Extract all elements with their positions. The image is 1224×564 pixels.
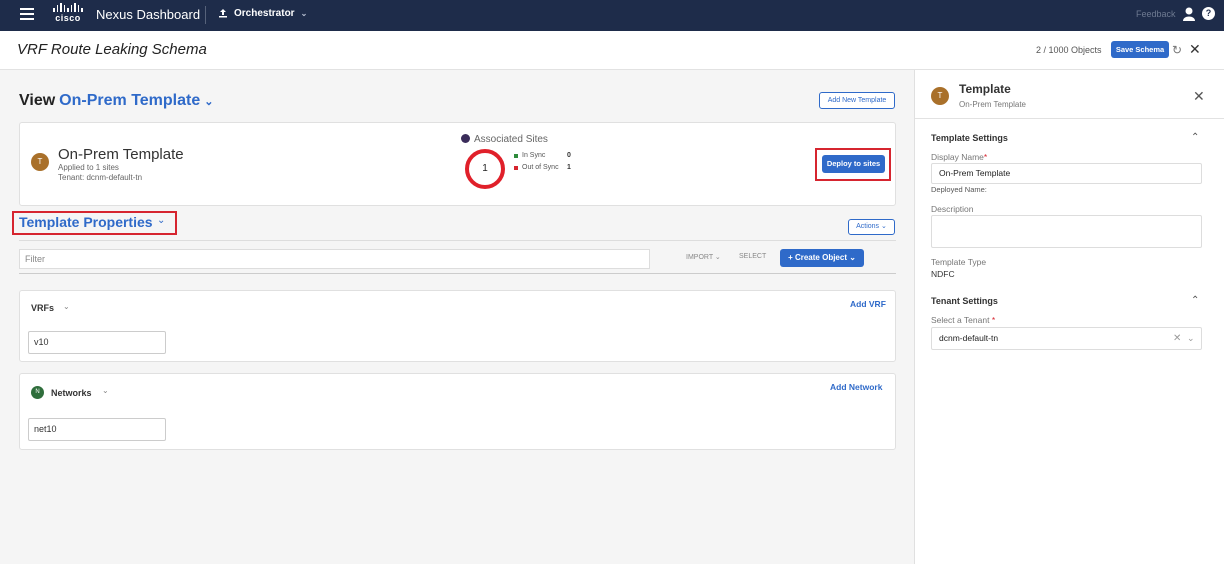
filter-input[interactable]: Filter [19,249,650,269]
template-settings-title: Template Settings [931,133,1008,143]
template-type-value: NDFC [931,269,955,279]
template-properties-title[interactable]: Template Properties [19,214,153,230]
in-sync-value: 0 [567,152,571,159]
schema-header: VRF Route Leaking Schema 2 / 1000 Object… [0,31,1224,70]
display-name-text: Display Name [931,152,984,162]
add-vrf-link[interactable]: Add VRF [850,299,886,309]
user-icon[interactable] [1183,7,1195,21]
chevron-down-icon[interactable]: ⌄ [102,386,109,395]
network-item[interactable]: net10 [28,418,166,441]
chevron-down-icon: ⌄ [714,254,721,261]
create-object-button[interactable]: + Create Object ⌄ [780,249,864,267]
template-title: On-Prem Template [58,146,184,163]
close-panel-icon[interactable]: ✕ [1193,88,1205,105]
tenant-select[interactable]: dcnm-default-tn [931,327,1202,350]
template-summary-card: T On-Prem Template Applied to 1 sites Te… [19,122,896,206]
add-new-template-button[interactable]: Add New Template [819,92,895,109]
vrfs-section: VRFs ⌄ Add VRF v10 [19,290,896,362]
panel-subtitle: On-Prem Template [959,100,1026,109]
select-tenant-label: Select a Tenant * [931,315,996,325]
import-label: IMPORT [686,254,713,261]
orchestrator-label: Orchestrator [234,8,295,19]
networks-title[interactable]: Networks [51,388,92,398]
display-name-field[interactable]: On-Prem Template [931,163,1202,184]
in-sync-row: In Sync 0 [514,152,571,159]
chevron-up-icon[interactable]: ⌃ [1191,295,1199,306]
clear-icon[interactable]: ✕ [1173,333,1181,344]
template-side-panel: T Template On-Prem Template ✕ Template S… [914,70,1224,564]
view-template-name: On-Prem Template [59,92,201,109]
menu-icon[interactable] [20,8,34,20]
out-of-sync-label: Out of Sync [522,164,559,171]
chevron-up-icon[interactable]: ⌃ [1191,132,1199,143]
select-tenant-text: Select a Tenant [931,315,990,325]
chevron-down-icon: ⌄ [300,9,308,18]
chevron-down-icon[interactable]: ⌄ [1187,333,1195,344]
top-nav-bar: cisco Nexus Dashboard Orchestrator ⌄ Fee… [0,0,1224,31]
chevron-down-icon[interactable]: ⌄ [157,215,165,226]
select-button[interactable]: SELECT [739,253,766,260]
applied-sites-text: Applied to 1 sites [58,163,119,172]
in-sync-marker [514,153,518,158]
template-avatar: T [31,153,49,171]
nav-divider [205,6,206,24]
feedback-link[interactable]: Feedback [1136,9,1176,19]
panel-title: Template [959,82,1011,96]
help-icon[interactable]: ? [1202,7,1215,20]
close-icon[interactable]: ✕ [1189,41,1201,58]
add-network-link[interactable]: Add Network [830,382,882,392]
create-object-label: Create Object [794,253,847,262]
tenant-settings-title: Tenant Settings [931,296,998,306]
sites-icon [461,134,470,143]
chevron-down-icon: ⌄ [849,253,856,262]
save-schema-button[interactable]: Save Schema [1111,41,1169,58]
divider [915,118,1224,119]
refresh-icon[interactable]: ↻ [1172,43,1182,57]
networks-section: N Networks ⌄ Add Network net10 [19,373,896,450]
description-field[interactable] [931,215,1202,248]
product-name: Nexus Dashboard [96,7,201,22]
in-sync-label: In Sync [522,152,546,159]
cisco-logo: cisco [52,3,84,27]
out-of-sync-row: Out of Sync 1 [514,164,571,171]
template-view-selector[interactable]: View On-Prem Template ⌄ [19,92,213,110]
schema-title: VRF Route Leaking Schema [17,41,207,58]
actions-label: Actions [856,223,880,230]
chevron-down-icon: ⌄ [204,96,214,108]
chevron-down-icon[interactable]: ⌄ [63,302,70,311]
deployed-name-label: Deployed Name: [931,185,987,194]
orchestrator-icon [219,9,227,18]
view-prefix: View [19,92,56,109]
out-of-sync-marker [514,165,518,170]
vrfs-title[interactable]: VRFs [31,303,54,313]
divider [19,240,896,241]
chevron-down-icon: ⌄ [881,223,887,230]
vrf-item[interactable]: v10 [28,331,166,354]
out-of-sync-value: 1 [567,164,571,171]
tenant-text: Tenant: dcnm-default-tn [58,173,143,182]
template-type-label: Template Type [931,257,987,267]
description-label: Description [931,204,974,214]
network-icon: N [31,386,44,399]
divider [19,273,896,274]
deploy-to-sites-button[interactable]: Deploy to sites [822,155,885,173]
display-name-label: Display Name* [931,152,988,162]
associated-sites-label: Associated Sites [474,134,548,145]
plus-icon: + [788,253,793,262]
sites-count-ring: 1 [465,149,505,189]
import-dropdown[interactable]: IMPORT ⌄ [686,253,721,261]
orchestrator-dropdown[interactable]: Orchestrator ⌄ [218,8,307,19]
actions-dropdown[interactable]: Actions ⌄ [848,219,895,235]
template-avatar: T [931,87,949,105]
object-count: 2 / 1000 Objects [1036,45,1102,55]
